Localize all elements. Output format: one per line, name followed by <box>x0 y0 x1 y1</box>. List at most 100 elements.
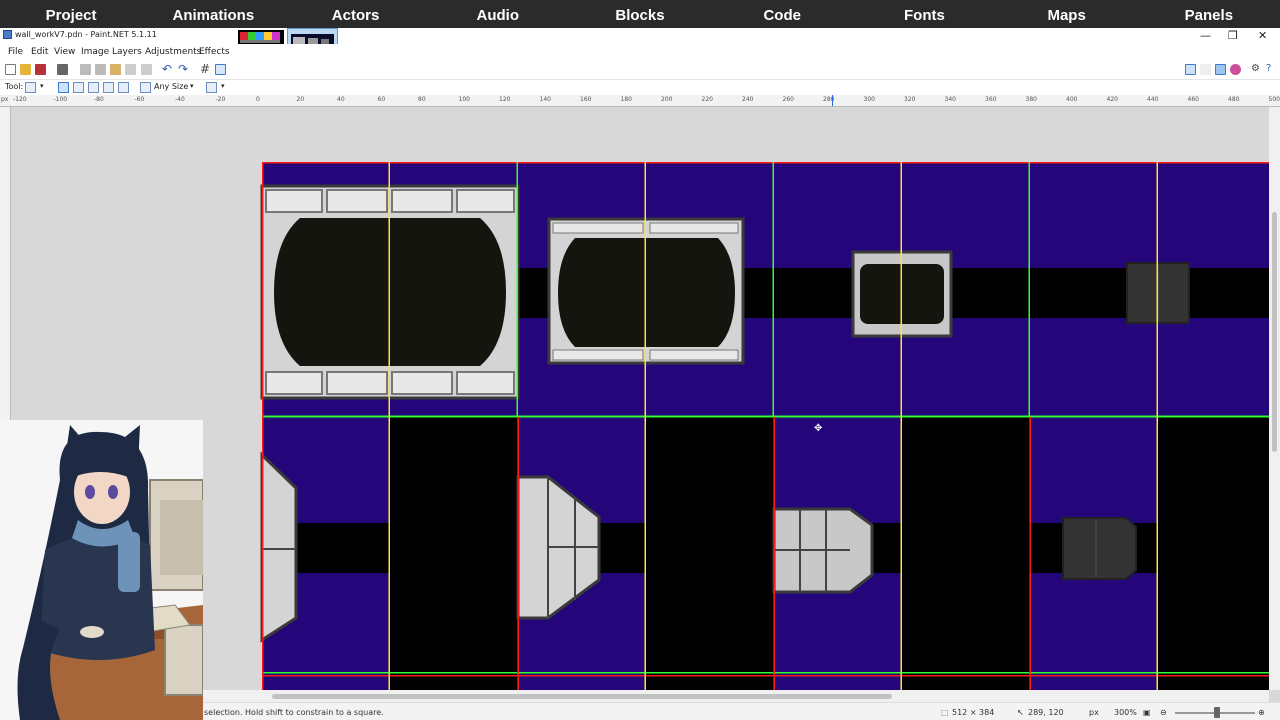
horizontal-scroll-thumb[interactable] <box>272 694 892 699</box>
ruler-tick-label: 300 <box>863 96 875 103</box>
grid-icon[interactable]: # <box>200 62 210 76</box>
vertical-scrollbar[interactable] <box>1269 107 1280 690</box>
horizontal-ruler: px -120 -100 -80 -60 -40 -20 0 20 40 60 80 100 120 14… <box>0 95 1280 107</box>
nav-animations[interactable]: Animations <box>142 0 284 28</box>
ruler-tick-label: 480 <box>1228 96 1240 103</box>
menu-view[interactable]: View <box>54 47 75 57</box>
status-unit[interactable]: px <box>1089 708 1099 717</box>
tool-selector-icon[interactable] <box>25 82 36 93</box>
ruler-tick-label: 460 <box>1187 96 1199 103</box>
ruler-tick-label: 100 <box>458 96 470 103</box>
redo-icon[interactable]: ↷ <box>178 62 188 76</box>
settings-gear-icon[interactable]: ⚙ <box>1251 63 1260 74</box>
menu-image[interactable]: Image <box>81 47 109 57</box>
tools-panel-icon[interactable] <box>1185 64 1196 75</box>
nav-maps[interactable]: Maps <box>996 0 1138 28</box>
ruler-tick-label: -80 <box>94 96 104 103</box>
menu-edit[interactable]: Edit <box>31 47 48 57</box>
ruler-tick-label: -20 <box>215 96 226 103</box>
selection-mode-exclude-icon[interactable] <box>88 82 99 93</box>
deselect-icon[interactable] <box>141 64 152 75</box>
streamer-avatar-illustration <box>0 420 203 720</box>
horizontal-scrollbar[interactable] <box>202 690 1269 702</box>
close-icon[interactable]: ✕ <box>1258 29 1267 42</box>
ruler-tick-label: 60 <box>377 96 386 103</box>
ruler-tick-label: 340 <box>944 96 956 103</box>
mouse-cursor-icon: ✥ <box>814 423 822 434</box>
maximize-icon[interactable]: ❐ <box>1228 29 1238 42</box>
status-image-size: 512 × 384 <box>952 708 995 717</box>
selection-size-icon <box>140 82 151 93</box>
undo-icon[interactable]: ↶ <box>162 62 172 76</box>
tool-label: Tool: <box>5 82 24 91</box>
ruler-tick-label: -100 <box>53 96 68 103</box>
vertical-scroll-thumb[interactable] <box>1272 212 1277 452</box>
nav-fonts[interactable]: Fonts <box>853 0 995 28</box>
cursor-position-icon: ↖ <box>1017 708 1024 717</box>
ruler-tick-label: 440 <box>1147 96 1159 103</box>
selection-mode-intersect-icon[interactable] <box>103 82 114 93</box>
quality-dropdown-icon[interactable]: ▾ <box>221 82 225 90</box>
side-wall-tile-3 <box>772 507 874 594</box>
help-icon[interactable]: ? <box>1266 63 1271 74</box>
menu-bar: File Edit View Image Layers Adjustments … <box>0 44 1280 60</box>
nav-audio[interactable]: Audio <box>427 0 569 28</box>
selection-size-select[interactable]: Any Size <box>154 82 188 91</box>
side-wall-tile-1 <box>260 451 298 643</box>
ruler-cursor-indicator <box>832 95 833 106</box>
ruler-tick-label: 320 <box>904 96 916 103</box>
nav-actors[interactable]: Actors <box>284 0 426 28</box>
size-dropdown-icon[interactable]: ▾ <box>190 82 194 90</box>
ruler-tick-label: 140 <box>539 96 551 103</box>
selection-mode-replace-icon[interactable] <box>58 82 69 93</box>
status-hint: selection. Hold shift to constrain to a … <box>204 708 384 717</box>
status-zoom[interactable]: 300% <box>1114 708 1137 717</box>
cut-icon[interactable] <box>80 64 91 75</box>
ruler-tick-label: 500 <box>1268 96 1280 103</box>
paste-icon[interactable] <box>110 64 121 75</box>
ruler-tick-label: 20 <box>296 96 305 103</box>
menu-file[interactable]: File <box>8 47 23 57</box>
nav-code[interactable]: Code <box>711 0 853 28</box>
menu-adjustments[interactable]: Adjustments <box>145 47 201 57</box>
ruler-tick-label: -40 <box>175 96 185 103</box>
print-icon[interactable] <box>57 64 68 75</box>
save-icon[interactable] <box>35 64 46 75</box>
main-toolbar: ↶ ↷ # ⚙ ? <box>0 60 1280 80</box>
ruler-tick-label: 220 <box>701 96 713 103</box>
ruler-tick-label: 420 <box>1106 96 1118 103</box>
menu-effects[interactable]: Effects <box>199 47 230 57</box>
ruler-tick-label: 260 <box>782 96 794 103</box>
copy-icon[interactable] <box>95 64 106 75</box>
colors-panel-icon[interactable] <box>1230 64 1241 75</box>
tool-options-bar: Tool: ▾ Any Size ▾ ▾ <box>0 80 1280 95</box>
selection-quality-icon[interactable] <box>206 82 217 93</box>
ruler-tick-label: 400 <box>1066 96 1078 103</box>
ruler-tick-label: -120 <box>13 96 27 103</box>
layers-panel-icon[interactable] <box>1215 64 1226 75</box>
open-folder-icon[interactable] <box>20 64 31 75</box>
zoom-fit-icon[interactable]: ▣ <box>1143 708 1151 717</box>
nav-project[interactable]: Project <box>0 0 142 28</box>
pixel-grid-toggle-icon[interactable] <box>215 64 226 75</box>
ruler-tick-label: 360 <box>985 96 997 103</box>
nav-blocks[interactable]: Blocks <box>569 0 711 28</box>
tool-dropdown-icon[interactable]: ▾ <box>40 82 44 90</box>
ruler-tick-label: 80 <box>418 96 426 103</box>
zoom-slider-thumb[interactable] <box>1214 707 1220 718</box>
selection-size-icon: ⬚ <box>941 708 949 717</box>
selection-mode-invert-icon[interactable] <box>118 82 129 93</box>
zoom-out-icon[interactable]: ⊖ <box>1160 708 1167 717</box>
crop-icon[interactable] <box>125 64 136 75</box>
zoom-in-icon[interactable]: ⊕ <box>1258 708 1265 717</box>
window-title: wall_workV7.pdn - Paint.NET 5.1.11 <box>15 30 157 39</box>
ruler-tick-label: 180 <box>620 96 632 103</box>
menu-layers[interactable]: Layers <box>112 47 142 57</box>
minimize-icon[interactable]: — <box>1200 29 1211 42</box>
top-navigation: Project Animations Actors Audio Blocks C… <box>0 0 1280 28</box>
new-file-icon[interactable] <box>5 64 16 75</box>
side-wall-tile-4 <box>1062 517 1137 580</box>
nav-panels[interactable]: Panels <box>1138 0 1280 28</box>
history-panel-icon[interactable] <box>1200 64 1211 75</box>
selection-mode-union-icon[interactable] <box>73 82 84 93</box>
